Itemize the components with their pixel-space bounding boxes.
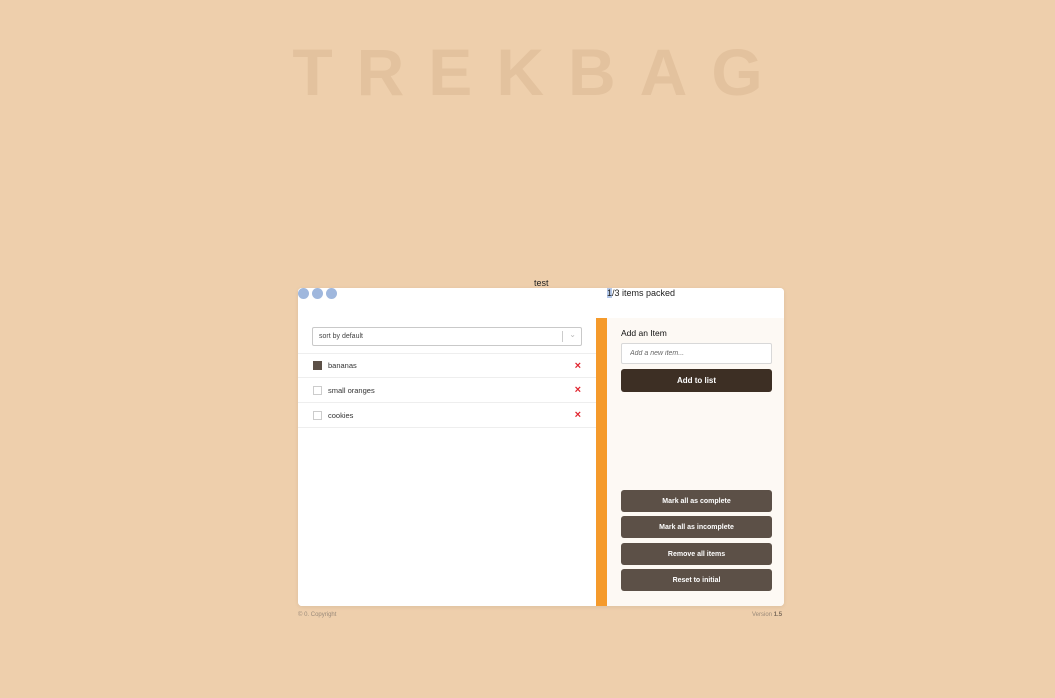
item-label[interactable]: bananas	[328, 361, 357, 370]
footer-copyright: © 0. Copyright	[298, 612, 337, 618]
delete-icon[interactable]: ×	[575, 361, 581, 372]
add-item-heading: Add an Item	[621, 328, 667, 338]
item-list-pane: sort by default ⌄ bananas × small orange…	[298, 318, 596, 606]
window-dot-icon	[326, 288, 337, 299]
item-checkbox[interactable]	[313, 410, 322, 420]
sort-select[interactable]: sort by default ⌄	[312, 327, 582, 346]
counter-text: /3 items packed	[612, 288, 676, 298]
footer-version: Version 1.5	[752, 612, 782, 618]
chevron-down-icon[interactable]: ⌄	[569, 330, 576, 339]
orange-divider	[596, 318, 607, 606]
sidebar: Add an Item Add to list Mark all as comp…	[607, 318, 784, 606]
list-item: bananas ×	[298, 353, 596, 378]
delete-icon[interactable]: ×	[575, 385, 581, 396]
item-label[interactable]: cookies	[328, 411, 353, 420]
app-window: 1/3 items packed sort by default ⌄ banan…	[298, 288, 784, 606]
item-checkbox[interactable]	[313, 361, 322, 370]
reset-to-initial-button[interactable]: Reset to initial	[621, 569, 772, 591]
select-separator	[562, 331, 563, 342]
list-item: cookies ×	[298, 403, 596, 428]
version-number: 1.5	[773, 612, 783, 618]
window-dot-icon	[312, 288, 323, 299]
version-label: Version	[752, 612, 773, 618]
mark-all-complete-button[interactable]: Mark all as complete	[621, 490, 772, 512]
mark-all-incomplete-button[interactable]: Mark all as incomplete	[621, 516, 772, 538]
items-packed-counter: 1/3 items packed	[607, 288, 675, 298]
background-title: TREKBAG	[292, 35, 787, 109]
test-label: test	[534, 278, 549, 288]
window-dot-icon	[298, 288, 309, 299]
new-item-input[interactable]	[621, 343, 772, 364]
delete-icon[interactable]: ×	[575, 410, 581, 421]
add-to-list-button[interactable]: Add to list	[621, 369, 772, 392]
remove-all-items-button[interactable]: Remove all items	[621, 543, 772, 565]
item-checkbox[interactable]	[313, 385, 322, 395]
window-dots	[298, 288, 337, 299]
sort-selected-value: sort by default	[319, 333, 363, 340]
app-header: 1/3 items packed	[298, 288, 784, 318]
item-list: bananas × small oranges × cookies ×	[298, 353, 596, 428]
item-label[interactable]: small oranges	[328, 386, 375, 395]
list-item: small oranges ×	[298, 378, 596, 403]
